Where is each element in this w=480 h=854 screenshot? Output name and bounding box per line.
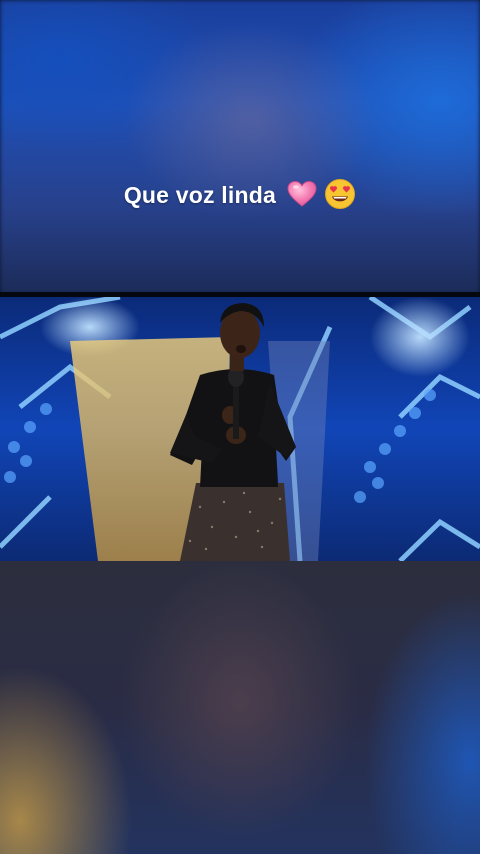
stage-light-glow	[370, 297, 470, 377]
blurred-background-bottom	[0, 561, 480, 854]
heart-eyes-face-icon	[324, 178, 356, 216]
blurred-background-top	[0, 0, 480, 294]
post-caption: Que voz linda	[0, 178, 480, 216]
video-post-screen: Que voz linda	[0, 0, 480, 854]
pink-heart-icon	[287, 180, 317, 214]
video-frame[interactable]	[0, 297, 480, 561]
caption-text: Que voz linda	[123, 182, 276, 209]
